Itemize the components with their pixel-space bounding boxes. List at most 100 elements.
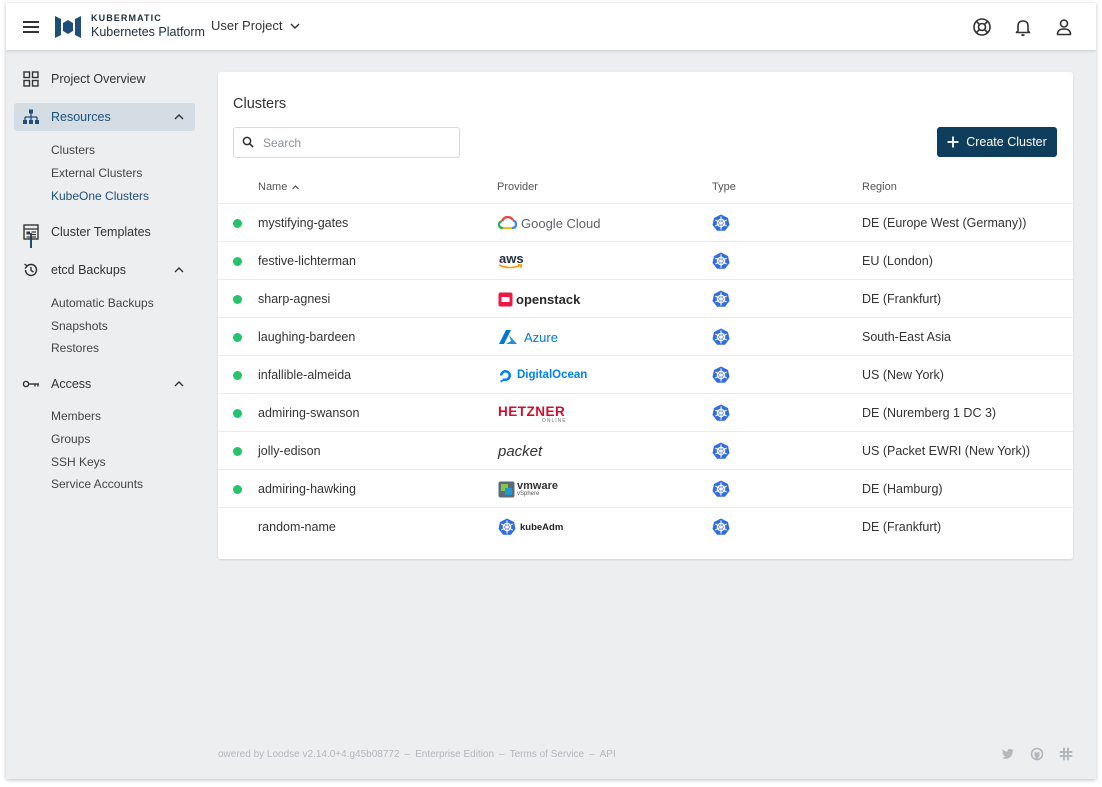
plus-icon [947,136,959,148]
footer-api-link[interactable]: API [600,749,616,760]
cluster-name: random-name [258,520,336,534]
table-row[interactable]: admiring-swanson HETZNER ONLINE DE (Nure… [218,393,1073,432]
twitter-icon[interactable] [1001,747,1015,761]
sub-item-automatic-backups[interactable]: Automatic Backups [51,296,154,310]
create-cluster-button[interactable]: Create Cluster [937,127,1057,157]
status-running-dot [233,409,242,418]
nav-etcd-backups[interactable]: etcd Backups [14,256,195,284]
nav-label: Cluster Templates [51,225,151,239]
footer-separator: – [499,749,505,760]
github-icon[interactable] [1030,747,1044,761]
project-selector[interactable]: User Project [211,18,301,33]
sub-item-service-accounts[interactable]: Service Accounts [51,477,143,491]
help-lifebuoy-icon[interactable] [970,15,994,39]
sitemap-icon [23,109,39,124]
nav-label: etcd Backups [51,263,127,277]
cluster-region: DE (Frankfurt) [862,292,942,306]
table-row[interactable]: admiring-hawking vmware vSphere DE (Hamb… [218,469,1073,508]
footer: owered by Loodse v2.14.0+4.g45b08772 – Ent… [218,749,616,760]
provider-logo-hetzner: HETZNER ONLINE [498,403,578,424]
page-title: Clusters [233,96,287,112]
kubernetes-icon [712,442,730,459]
brand-subtitle: Kubernetes Platform [91,25,205,39]
sub-item-members[interactable]: Members [51,409,101,423]
status-running-dot [233,333,242,342]
bell-icon[interactable] [1011,15,1035,39]
provider-text: Azure [524,329,558,345]
table-row[interactable]: laughing-bardeen Azure South-East Asia [218,317,1073,356]
cluster-region: DE (Europe West (Germany)) [862,216,1027,230]
kubernetes-icon [712,252,730,269]
status-running-dot [233,485,242,494]
sub-item-external-clusters[interactable]: External Clusters [51,166,142,180]
provider-logo-vsphere: vmware vSphere [498,479,559,499]
kubeadm-icon [498,518,516,535]
sub-item-groups[interactable]: Groups [51,432,90,446]
search-field[interactable] [233,127,460,158]
table-row[interactable]: sharp-agnesi openstack DE (Frankfurt) [218,279,1073,318]
footer-terms-link[interactable]: Terms of Service [510,749,584,760]
slack-icon[interactable] [1059,747,1073,761]
hamburger-menu-icon[interactable] [20,16,42,38]
nav-label: Resources [51,110,111,124]
cluster-region: DE (Hamburg) [862,482,943,496]
provider-logo-aws: aws [498,251,528,271]
table-row[interactable]: festive-lichterman aws EU (London) [218,241,1073,280]
sort-ascending-icon [292,184,300,189]
provider-logo-azure: Azure [498,327,558,347]
table-row[interactable]: jolly-edison packet US (Packet EWRI (New… [218,431,1073,470]
top-bar: KUBERMATIC Kubernetes Platform User Proj… [6,3,1096,50]
table-row[interactable]: mystifying-gates Google Cloud DE (Europe… [218,203,1073,242]
provider-text: HETZNER [498,404,566,419]
footer-edition: Enterprise Edition [415,749,495,760]
kubernetes-icon [712,290,730,307]
sub-item-kubeone-clusters[interactable]: KubeOne Clusters [51,189,149,203]
cluster-name: admiring-swanson [258,406,360,420]
app-frame: KUBERMATIC Kubernetes Platform User Proj… [6,3,1096,779]
kubernetes-icon [712,518,730,535]
key-icon [22,380,39,388]
create-cluster-label: Create Cluster [966,135,1047,149]
column-header-name[interactable]: Name [258,181,300,193]
provider-logo-kubeadm: kubeAdm [498,517,563,537]
digitalocean-icon [500,369,511,382]
search-icon [242,136,254,148]
footer-version: owered by Loodse v2.14.0+4.g45b08772 [218,749,400,760]
provider-logo-openstack: openstack [498,289,580,309]
nav-label: Access [51,377,92,391]
cluster-region: DE (Frankfurt) [862,520,942,534]
table-row[interactable]: random-name kubeAdm DE (Frankfurt) [218,507,1073,546]
column-header-region: Region [862,181,897,193]
kubermatic-logo-icon[interactable] [54,14,82,40]
chevron-down-icon [290,23,300,29]
project-name: User Project [211,18,283,33]
hetzner-logo: HETZNER ONLINE [498,403,578,424]
sub-item-restores[interactable]: Restores [51,341,99,355]
search-input[interactable] [261,133,455,153]
status-running-dot [233,447,242,456]
provider-text: DigitalOcean [517,369,588,381]
cluster-name: laughing-bardeen [258,330,356,344]
table-row[interactable]: infallible-almeida DigitalOcean US (New … [218,355,1073,394]
nav-project-overview[interactable]: Project Overview [14,65,195,93]
sub-item-snapshots[interactable]: Snapshots [51,319,108,333]
kubernetes-icon [712,480,730,497]
kubernetes-icon [712,328,730,345]
provider-logo-digitalocean: DigitalOcean [498,365,587,385]
cluster-name: jolly-edison [258,444,321,458]
kubernetes-icon [712,214,730,231]
user-account-icon[interactable] [1052,15,1076,39]
nav-access[interactable]: Access [14,370,195,398]
cluster-region: US (New York) [862,368,944,382]
cluster-region: South-East Asia [862,330,951,344]
sub-item-clusters[interactable]: Clusters [51,143,95,157]
cluster-region: EU (London) [862,254,933,268]
column-header-provider: Provider [497,181,538,193]
nav-cluster-templates[interactable]: Cluster Templates [14,218,195,246]
status-running-dot [233,219,242,228]
cluster-name: sharp-agnesi [258,292,331,306]
nav-resources[interactable]: Resources [14,103,195,131]
sub-item-ssh-keys[interactable]: SSH Keys [51,455,106,469]
aws-logo: aws [498,251,528,271]
aws-smile-icon [498,264,523,269]
